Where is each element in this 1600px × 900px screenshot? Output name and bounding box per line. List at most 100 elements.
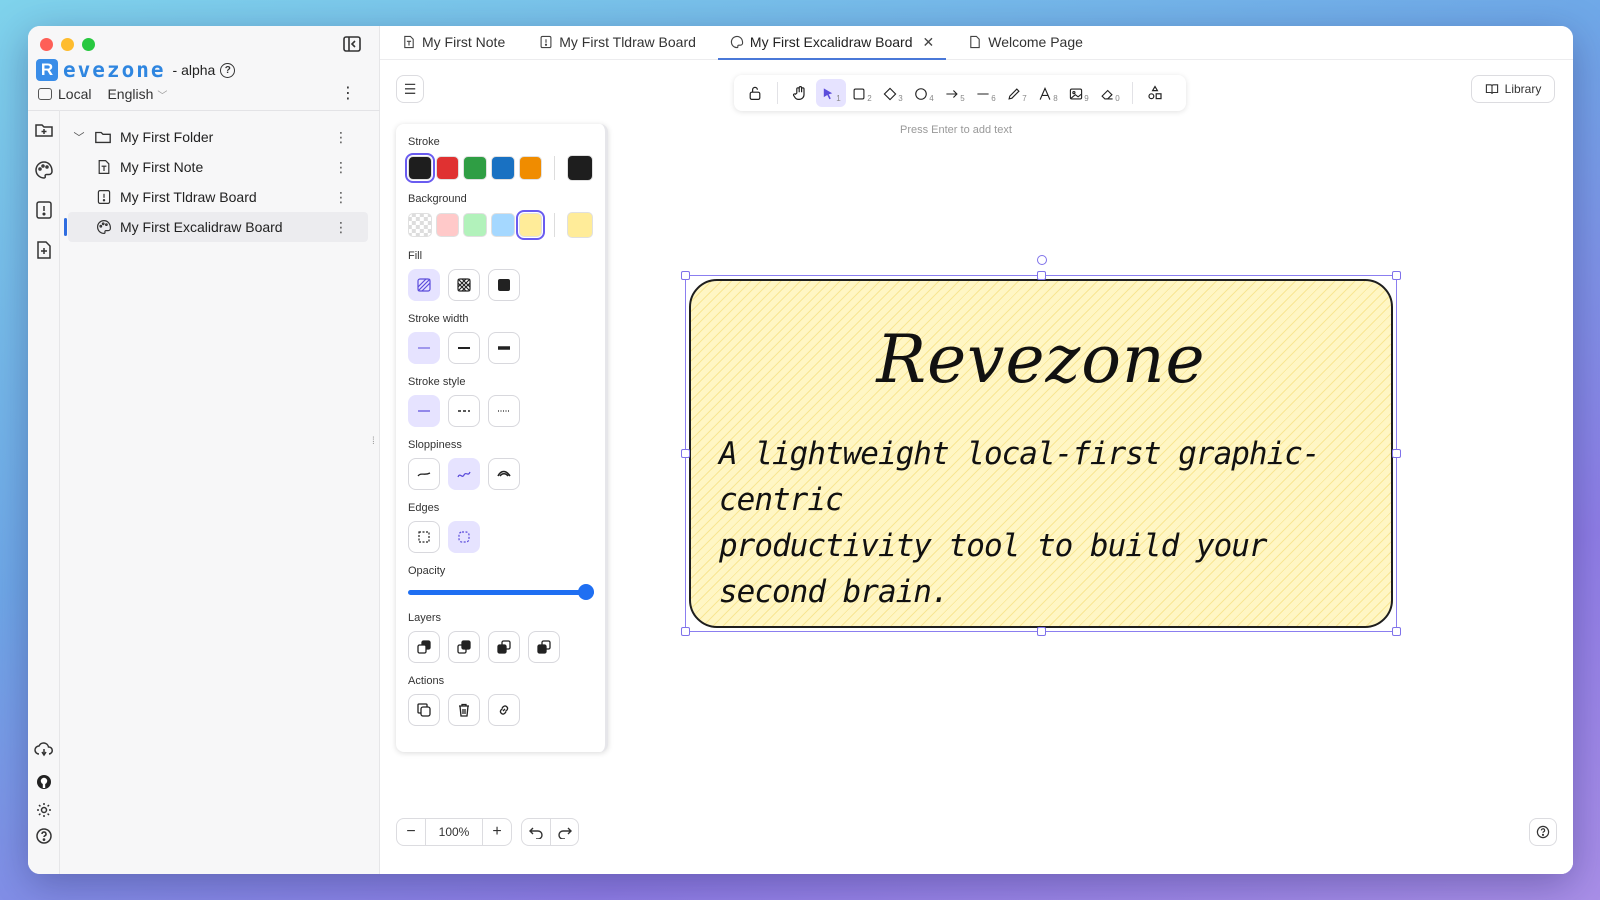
rectangle-tool[interactable]: 2: [847, 79, 877, 107]
resize-handle-n[interactable]: [1037, 271, 1046, 280]
resize-handle-w[interactable]: [681, 449, 690, 458]
fill-crosshatch-option[interactable]: [448, 269, 480, 301]
send-backward-button[interactable]: [448, 631, 480, 663]
stroke-color-swatch[interactable]: [491, 156, 515, 180]
delete-button[interactable]: [448, 694, 480, 726]
resize-handle-e[interactable]: [1392, 449, 1401, 458]
tab-my-first-tldraw-board[interactable]: My First Tldraw Board: [527, 26, 708, 59]
rectangle-icon: [853, 88, 865, 100]
tab-welcome-page[interactable]: Welcome Page: [956, 26, 1095, 59]
background-color-swatch[interactable]: [463, 213, 488, 237]
chevron-down-icon[interactable]: ﹀: [68, 129, 90, 145]
edges-sharp-option[interactable]: [408, 521, 440, 553]
tree-item-folder[interactable]: ﹀ My First Folder ⋮: [68, 122, 368, 152]
stroke-extra-bold-option[interactable]: [488, 332, 520, 364]
resize-handle[interactable]: ⁞: [372, 436, 375, 447]
background-color-swatch[interactable]: [515, 210, 546, 240]
palette-icon[interactable]: [34, 160, 54, 180]
hamburger-menu-icon[interactable]: ☰: [396, 75, 424, 103]
stroke-thin-option[interactable]: [408, 332, 440, 364]
tab-my-first-excalidraw-board[interactable]: My First Excalidraw Board ✕: [717, 26, 947, 60]
stroke-dotted-option[interactable]: [488, 395, 520, 427]
fill-solid-option[interactable]: [488, 269, 520, 301]
image-icon: [1070, 88, 1083, 100]
text-tool[interactable]: 8: [1033, 79, 1063, 107]
zoom-in-button[interactable]: +: [483, 819, 511, 845]
line-tool[interactable]: 6: [971, 79, 1001, 107]
stroke-solid-option[interactable]: [408, 395, 440, 427]
resize-handle-nw[interactable]: [681, 271, 690, 280]
stroke-dashed-option[interactable]: [448, 395, 480, 427]
sloppiness-cartoonist-option[interactable]: [488, 458, 520, 490]
selection-tool[interactable]: 1: [816, 79, 846, 107]
tab-my-first-note[interactable]: My First Note: [390, 26, 517, 59]
hand-tool[interactable]: [785, 79, 815, 107]
tree-item-more-icon[interactable]: ⋮: [334, 189, 348, 206]
add-folder-icon[interactable]: [34, 120, 54, 140]
help-icon[interactable]: ?: [220, 62, 236, 78]
image-tool[interactable]: 9: [1064, 79, 1094, 107]
library-button[interactable]: Library: [1471, 75, 1555, 103]
resize-handle-ne[interactable]: [1392, 271, 1401, 280]
diamond-tool[interactable]: 3: [878, 79, 908, 107]
stroke-color-swatch[interactable]: [518, 156, 543, 180]
background-color-swatch[interactable]: [408, 213, 432, 237]
gear-icon[interactable]: [34, 800, 54, 820]
pencil-tool[interactable]: 7: [1002, 79, 1032, 107]
github-icon[interactable]: [34, 772, 54, 792]
background-color-swatch[interactable]: [491, 213, 515, 237]
more-shapes-tool[interactable]: [1140, 79, 1170, 107]
background-color-swatch[interactable]: [435, 213, 460, 237]
send-to-back-button[interactable]: [408, 631, 440, 663]
canvas-help-button[interactable]: [1529, 818, 1557, 846]
tree-item-tldraw[interactable]: My First Tldraw Board ⋮: [68, 182, 368, 212]
eraser-tool[interactable]: 0: [1095, 79, 1125, 107]
stroke-bold-option[interactable]: [448, 332, 480, 364]
ellipse-tool[interactable]: 4: [909, 79, 939, 107]
sync-icon[interactable]: [34, 740, 54, 760]
stroke-current-color[interactable]: [567, 155, 593, 181]
fill-hachure-option[interactable]: [408, 269, 440, 301]
resize-handle-sw[interactable]: [681, 627, 690, 636]
tree-item-note[interactable]: My First Note ⋮: [68, 152, 368, 182]
collapse-sidebar-icon[interactable]: [342, 34, 362, 54]
duplicate-button[interactable]: [408, 694, 440, 726]
tree-item-excalidraw[interactable]: My First Excalidraw Board ⋮: [64, 212, 368, 242]
stroke-color-swatch[interactable]: [405, 153, 435, 183]
sidebar-more-icon[interactable]: ⋮: [340, 86, 356, 102]
maximize-window-button[interactable]: [82, 38, 95, 51]
lock-tool[interactable]: [740, 79, 770, 107]
resize-handle-s[interactable]: [1037, 627, 1046, 636]
close-window-button[interactable]: [40, 38, 53, 51]
opacity-slider[interactable]: [408, 584, 594, 600]
rotate-handle[interactable]: [1037, 255, 1047, 265]
stroke-color-swatch[interactable]: [463, 156, 488, 180]
opacity-thumb[interactable]: [578, 584, 594, 600]
zoom-level[interactable]: 100%: [425, 819, 483, 845]
background-current-color[interactable]: [567, 212, 593, 238]
undo-button[interactable]: [522, 819, 550, 845]
link-button[interactable]: [488, 694, 520, 726]
tree-item-more-icon[interactable]: ⋮: [334, 129, 348, 146]
resize-handle-se[interactable]: [1392, 627, 1401, 636]
help-icon[interactable]: [34, 826, 54, 846]
language-select[interactable]: English ﹀: [107, 86, 167, 102]
stroke-color-swatch[interactable]: [435, 156, 460, 180]
excalidraw-canvas[interactable]: ☰ 1 2 3 4 5 6 7 8 9 0 Press Enter to add…: [380, 61, 1573, 874]
redo-button[interactable]: [550, 819, 578, 845]
edges-round-option[interactable]: [448, 521, 480, 553]
bring-forward-button[interactable]: [488, 631, 520, 663]
close-icon[interactable]: ✕: [923, 34, 935, 51]
bring-to-front-button[interactable]: [528, 631, 560, 663]
tldraw-icon[interactable]: [34, 200, 54, 220]
eraser-icon: [1101, 89, 1113, 100]
minimize-window-button[interactable]: [61, 38, 74, 51]
new-note-icon[interactable]: [34, 240, 54, 260]
sloppiness-artist-option[interactable]: [448, 458, 480, 490]
sloppiness-architect-option[interactable]: [408, 458, 440, 490]
storage-label[interactable]: Local: [58, 86, 91, 102]
tree-item-more-icon[interactable]: ⋮: [334, 159, 348, 176]
zoom-out-button[interactable]: −: [397, 819, 425, 845]
tree-item-more-icon[interactable]: ⋮: [334, 219, 348, 236]
arrow-tool[interactable]: 5: [940, 79, 970, 107]
